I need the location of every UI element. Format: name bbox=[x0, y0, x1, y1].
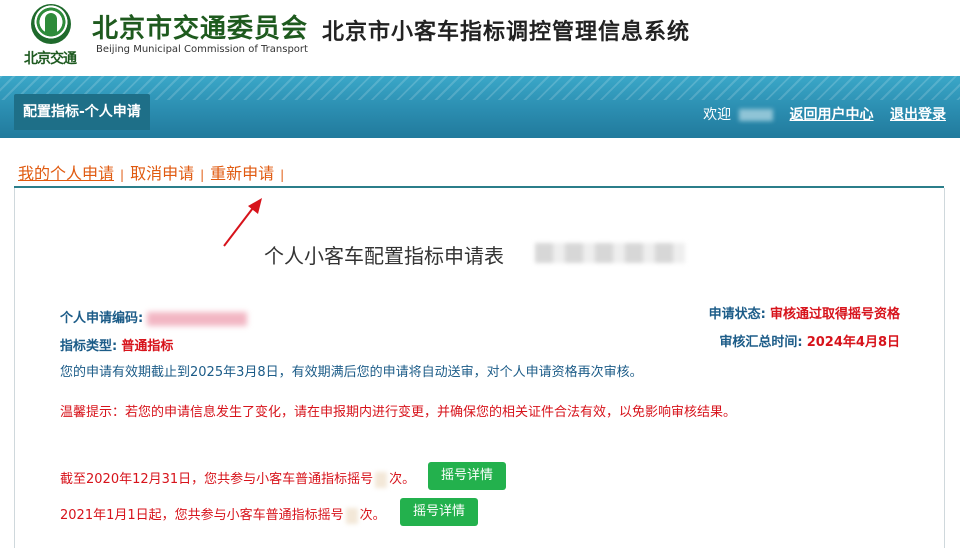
lottery-count-after-2021: 2021年1月1日起，您共参与小客车普通指标摇号 次。 bbox=[60, 504, 386, 524]
validity-note: 您的申请有效期截止到2025年3月8日，有效期满后您的申请将自动送审，对个人申请… bbox=[60, 365, 643, 380]
tab-separator: | bbox=[120, 168, 125, 182]
title-redacted bbox=[535, 243, 685, 263]
indicator-type-value: 普通指标 bbox=[121, 339, 174, 354]
tab-separator: | bbox=[280, 168, 285, 182]
lottery-count-before-2021: 截至2020年12月31日，您共参与小客车普通指标摇号 次。 bbox=[60, 468, 415, 488]
lottery-detail-button-after-2021[interactable]: 摇号详情 bbox=[400, 498, 479, 526]
tab-separator: | bbox=[200, 168, 205, 182]
tab-personal-application[interactable]: 配置指标-个人申请 bbox=[14, 94, 150, 130]
review-time-row: 审核汇总时间: 2024年4月8日 bbox=[719, 331, 900, 350]
username-redacted bbox=[739, 109, 774, 121]
tab-my-application[interactable]: 我的个人申请 bbox=[18, 164, 114, 183]
commission-logo: 北京交通 bbox=[14, 4, 86, 70]
lottery-after-text: 2021年1月1日起，您共参与小客车普通指标摇号 bbox=[60, 508, 344, 523]
user-center-link[interactable]: 返回用户中心 bbox=[790, 107, 874, 123]
review-time-label: 审核汇总时间: bbox=[719, 335, 803, 350]
indicator-type-row: 指标类型: 普通指标 bbox=[60, 335, 173, 354]
status-row: 申请状态: 审核通过取得摇号资格 bbox=[709, 303, 900, 322]
indicator-type-label: 指标类型: bbox=[60, 339, 118, 354]
lottery-suffix: 次。 bbox=[389, 472, 416, 487]
lottery-before-text: 截至2020年12月31日，您共参与小客车普通指标摇号 bbox=[60, 472, 374, 487]
system-title: 北京市小客车指标调控管理信息系统 bbox=[322, 20, 691, 45]
user-nav: 欢迎 返回用户中心 退出登录 bbox=[691, 104, 946, 124]
logout-link[interactable]: 退出登录 bbox=[890, 107, 946, 123]
review-time-value: 2024年4月8日 bbox=[806, 335, 900, 350]
tab-cancel-application[interactable]: 取消申请 bbox=[130, 164, 194, 183]
application-code-redacted bbox=[147, 311, 248, 326]
welcome-text: 欢迎 bbox=[703, 107, 732, 123]
tab-reapply[interactable]: 重新申请 bbox=[210, 164, 274, 183]
org-name-cn: 北京市交通委员会 bbox=[92, 14, 309, 44]
lottery-detail-button-before-2021[interactable]: 摇号详情 bbox=[428, 462, 507, 490]
annotation-arrow-icon bbox=[223, 198, 262, 247]
application-code-label: 个人申请编码: bbox=[60, 311, 144, 326]
lottery-count-redacted bbox=[375, 471, 388, 488]
status-value: 审核通过取得摇号资格 bbox=[769, 307, 900, 322]
status-label: 申请状态: bbox=[708, 307, 766, 322]
logo-text: 北京交通 bbox=[24, 51, 77, 67]
org-name-en: Beijing Municipal Commission of Transpor… bbox=[96, 44, 308, 55]
application-subtabs: 我的个人申请 | 取消申请 | 重新申请 | bbox=[18, 160, 290, 184]
application-code-row: 个人申请编码: bbox=[60, 307, 248, 326]
lottery-count-redacted bbox=[345, 507, 358, 524]
page-header: 北京交通 北京市交通委员会 Beijing Municipal Commissi… bbox=[0, 0, 960, 76]
form-title: 个人小客车配置指标申请表 bbox=[264, 244, 504, 268]
logo-emblem-icon bbox=[31, 4, 71, 44]
reminder-note: 温馨提示：若您的申请信息发生了变化，请在申报期内进行变更，并确保您的相关证件合法… bbox=[60, 405, 737, 420]
lottery-suffix: 次。 bbox=[359, 508, 386, 523]
